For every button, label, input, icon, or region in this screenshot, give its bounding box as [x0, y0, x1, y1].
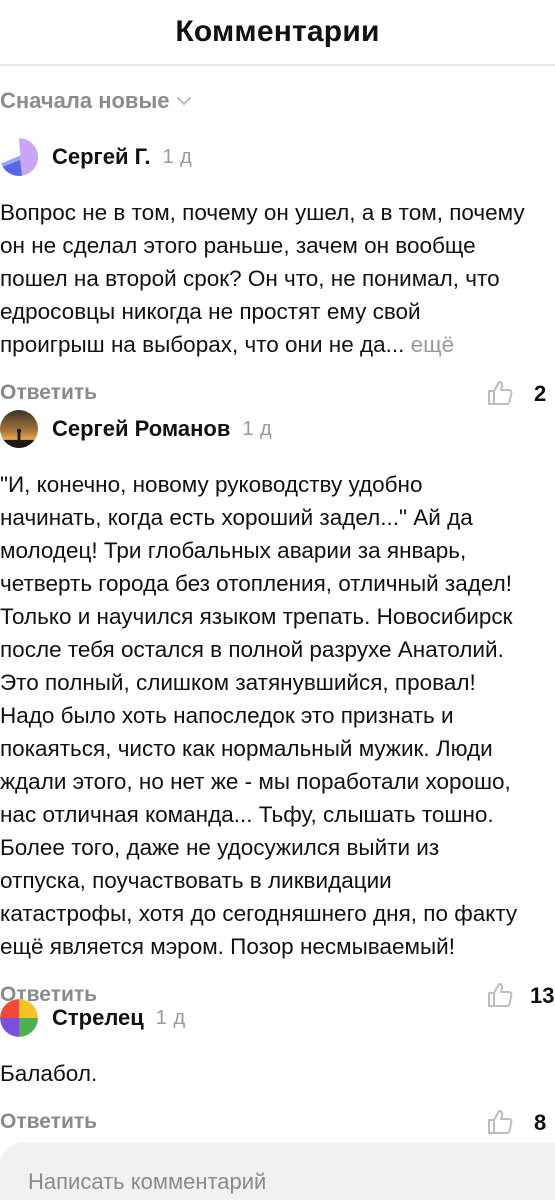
text-line: катастрофы, хотя до сегодняшнего дня, по…	[0, 901, 518, 926]
author-name[interactable]: Сергей Романов	[52, 416, 230, 442]
comment: Стрелец 1 д Балабол. Ответить 8	[0, 997, 555, 1140]
sort-label: Сначала новые	[0, 88, 170, 113]
comment-time: 1 д	[162, 145, 193, 168]
avatar[interactable]	[0, 410, 38, 448]
comment-header: Сергей Г. 1 д	[0, 136, 555, 178]
text-line: Только и научился языком трепать. Новоси…	[0, 604, 513, 629]
page-title: Комментарии	[175, 15, 380, 48]
text-line: ещё является мэром. Позор несмываемый!	[0, 934, 455, 959]
comment: Сергей Романов 1 д "И, конечно, новому р…	[0, 408, 555, 1013]
text-line: нас отличная команда... Тьфу, слышать то…	[0, 802, 494, 827]
comment: Сергей Г. 1 д Вопрос не в том, почему он…	[0, 136, 555, 411]
text-line: после тебя остался в полной разрухе Анат…	[0, 637, 504, 662]
text-line: покаяться, чисто как нормальный мужик. Л…	[0, 736, 493, 761]
avatar[interactable]	[0, 138, 38, 176]
text-line: Вопрос не в том, почему он ушел, а в том…	[0, 200, 525, 225]
more-link[interactable]: ещё	[411, 332, 455, 357]
thumbs-up-icon[interactable]	[486, 379, 514, 407]
text-line: четверть города без отопления, отличный …	[0, 571, 513, 596]
comment-input[interactable]	[26, 1168, 530, 1196]
comment-header: Стрелец 1 д	[0, 997, 555, 1039]
text-line: проигрыш на выборах, что они не да... ещ…	[0, 328, 555, 361]
thumbs-up-icon[interactable]	[486, 1108, 514, 1136]
comment-actions: Ответить 8	[0, 1104, 555, 1140]
text-line: Это полный, слишком затянувшийся, провал…	[0, 670, 476, 695]
author-name[interactable]: Стрелец	[52, 1005, 144, 1031]
like-count: 2	[534, 381, 547, 406]
avatar-image	[0, 138, 38, 176]
author-name[interactable]: Сергей Г.	[52, 144, 150, 170]
comment-header: Сергей Романов 1 д	[0, 408, 555, 450]
comment-text: Вопрос не в том, почему он ушел, а в том…	[0, 196, 555, 361]
text-line: отпуска, поучаствовать в ликвидации	[0, 868, 392, 893]
text-line: он не сделал этого раньше, зачем он вооб…	[0, 233, 476, 258]
comment-text: Балабол.	[0, 1057, 555, 1090]
comment-time: 1 д	[155, 1006, 186, 1029]
comment-text: "И, конечно, новому руководству удобно н…	[0, 468, 555, 963]
comment-composer	[0, 1142, 555, 1200]
comments-screen: Комментарии Сначала новые Сергей Г. 1 д …	[0, 0, 555, 1200]
text-line: пошел на второй срок? Он что, не понимал…	[0, 266, 500, 291]
reply-button[interactable]: Ответить	[0, 381, 97, 405]
like-count: 8	[534, 1110, 547, 1135]
text-line: Более того, даже не удосужился выйти из	[0, 835, 440, 860]
text-line: "И, конечно, новому руководству удобно	[0, 472, 423, 497]
text-line: ждали этого, но нет же - мы поработали х…	[0, 769, 511, 794]
chevron-down-icon	[177, 97, 192, 105]
avatar[interactable]	[0, 999, 38, 1037]
sort-dropdown[interactable]: Сначала новые	[0, 88, 193, 114]
text-line-content: проигрыш на выборах, что они не да...	[0, 332, 405, 357]
text-line: начинать, когда есть хороший задел..." А…	[0, 505, 473, 530]
text-line: едросовцы никогда не простят ему свой	[0, 299, 421, 324]
header: Комментарии	[0, 0, 555, 66]
comment-time: 1 д	[242, 417, 273, 440]
text-line: Балабол.	[0, 1061, 98, 1086]
text-line: молодец! Три глобальных аварии за январь…	[0, 538, 467, 563]
comment-actions: Ответить 2	[0, 375, 555, 411]
avatar-image	[0, 999, 38, 1037]
reply-button[interactable]: Ответить	[0, 1110, 97, 1134]
avatar-image	[0, 410, 38, 448]
text-line: Надо было хоть напоследок это признать и	[0, 703, 454, 728]
